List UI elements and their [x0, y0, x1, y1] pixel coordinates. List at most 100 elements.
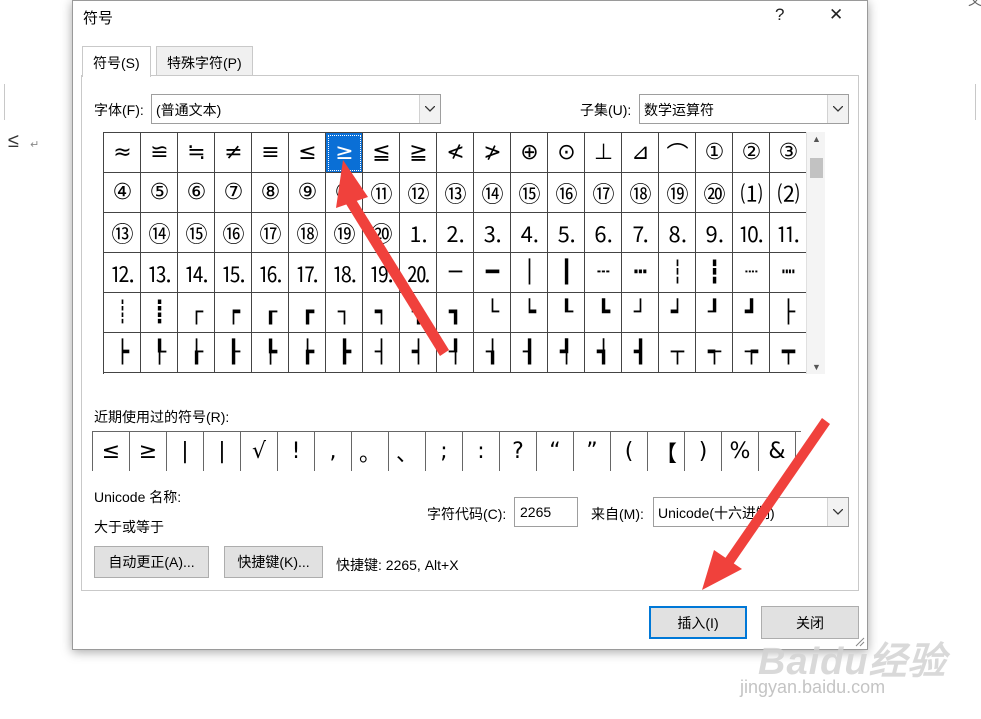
symbol-cell[interactable]: ┪: [585, 333, 622, 373]
symbol-cell[interactable]: ┏: [289, 293, 326, 333]
symbol-cell-selected[interactable]: ≥: [326, 133, 363, 173]
recent-symbol-cell[interactable]: %: [722, 432, 759, 471]
symbol-cell[interactable]: ┅: [622, 253, 659, 293]
symbol-cell[interactable]: ⑭: [474, 173, 511, 213]
symbol-cell[interactable]: ⑭: [141, 213, 178, 253]
chevron-down-icon[interactable]: [419, 95, 440, 123]
symbol-cell[interactable]: ⒚: [363, 253, 400, 293]
symbol-cell[interactable]: ┝: [104, 333, 141, 373]
symbol-cell[interactable]: ④: [104, 173, 141, 213]
symbol-cell[interactable]: ≌: [141, 133, 178, 173]
symbol-cell[interactable]: ⒍: [585, 213, 622, 253]
symbol-cell[interactable]: ③: [770, 133, 806, 173]
symbol-cell[interactable]: ┧: [474, 333, 511, 373]
symbol-cell[interactable]: ┕: [511, 293, 548, 333]
symbol-cell[interactable]: ┤: [363, 333, 400, 373]
recent-symbol-cell[interactable]: ”: [574, 432, 611, 471]
recent-symbol-cell[interactable]: (: [611, 432, 648, 471]
recent-symbol-cell[interactable]: ?: [500, 432, 537, 471]
symbol-cell[interactable]: ⑬: [104, 213, 141, 253]
symbol-cell[interactable]: ⑮: [511, 173, 548, 213]
symbol-cell[interactable]: ┋: [141, 293, 178, 333]
symbol-cell[interactable]: ┫: [622, 333, 659, 373]
symbol-cell[interactable]: ⑨: [289, 173, 326, 213]
tab-special-characters[interactable]: 特殊字符(P): [156, 46, 253, 76]
symbol-cell[interactable]: ┦: [437, 333, 474, 373]
symbol-cell[interactable]: ┐: [326, 293, 363, 333]
recent-symbol-cell[interactable]: |: [167, 432, 204, 471]
symbol-cell[interactable]: ≈: [104, 133, 141, 173]
symbol-cell[interactable]: ┩: [548, 333, 585, 373]
recent-symbol-cell[interactable]: ,: [315, 432, 352, 471]
recent-symbol-cell[interactable]: 【: [648, 432, 685, 471]
symbol-cell[interactable]: ≡: [252, 133, 289, 173]
symbol-cell[interactable]: ②: [733, 133, 770, 173]
symbol-cell[interactable]: ⑱: [622, 173, 659, 213]
symbol-cell[interactable]: ⑥: [178, 173, 215, 213]
scroll-down-icon[interactable]: ▼: [812, 362, 821, 372]
symbol-cell[interactable]: ≯: [474, 133, 511, 173]
symbol-cell[interactable]: ≠: [215, 133, 252, 173]
symbol-cell[interactable]: ┭: [696, 333, 733, 373]
close-icon[interactable]: ✕: [829, 5, 843, 25]
recent-symbol-cell[interactable]: 、: [389, 432, 426, 471]
chevron-down-icon[interactable]: [827, 498, 848, 526]
symbol-cell[interactable]: ┙: [659, 293, 696, 333]
recent-symbol-cell[interactable]: √: [241, 432, 278, 471]
symbol-cell[interactable]: ┒: [400, 293, 437, 333]
symbol-cell[interactable]: ⒔: [141, 253, 178, 293]
symbol-cell[interactable]: ⒘: [289, 253, 326, 293]
symbol-cell[interactable]: ≧: [400, 133, 437, 173]
symbol-cell[interactable]: ┊: [104, 293, 141, 333]
symbol-cell[interactable]: ┡: [252, 333, 289, 373]
symbol-cell[interactable]: │: [511, 253, 548, 293]
recent-symbol-cell[interactable]: “: [537, 432, 574, 471]
symbol-cell[interactable]: ┠: [215, 333, 252, 373]
symbol-cell[interactable]: ┛: [733, 293, 770, 333]
symbol-cell[interactable]: ≮: [437, 133, 474, 173]
symbol-cell[interactable]: ├: [770, 293, 806, 333]
symbol-cell[interactable]: ━: [474, 253, 511, 293]
symbol-cell[interactable]: ⑲: [659, 173, 696, 213]
symbol-cell[interactable]: ┈: [733, 253, 770, 293]
symbol-cell[interactable]: ┗: [585, 293, 622, 333]
symbol-cell[interactable]: ⑫: [400, 173, 437, 213]
insert-button[interactable]: 插入(I): [649, 606, 747, 639]
symbol-cell[interactable]: ┟: [178, 333, 215, 373]
recent-symbol-cell[interactable]: ;: [426, 432, 463, 471]
symbol-cell[interactable]: ⑰: [252, 213, 289, 253]
symbol-cell[interactable]: ⒎: [622, 213, 659, 253]
symbol-cell[interactable]: ⑰: [585, 173, 622, 213]
symbol-cell[interactable]: ⒈: [400, 213, 437, 253]
symbol-cell[interactable]: ┣: [326, 333, 363, 373]
symbol-cell[interactable]: ┄: [585, 253, 622, 293]
symbol-cell[interactable]: ⒋: [511, 213, 548, 253]
symbol-cell[interactable]: ⒐: [696, 213, 733, 253]
symbol-cell[interactable]: ≒: [178, 133, 215, 173]
symbol-cell[interactable]: ┌: [178, 293, 215, 333]
symbol-cell[interactable]: ⑪: [363, 173, 400, 213]
symbol-cell[interactable]: ⑯: [548, 173, 585, 213]
symbol-cell[interactable]: ┬: [659, 333, 696, 373]
symbol-cell[interactable]: ⒕: [178, 253, 215, 293]
symbol-cell[interactable]: ⒒: [770, 213, 806, 253]
symbol-cell[interactable]: ┆: [659, 253, 696, 293]
symbol-cell[interactable]: ┮: [733, 333, 770, 373]
symbol-cell[interactable]: ┢: [289, 333, 326, 373]
symbol-cell[interactable]: ⒏: [659, 213, 696, 253]
symbol-cell[interactable]: ┞: [141, 333, 178, 373]
shortcut-key-button[interactable]: 快捷键(K)...: [224, 546, 323, 578]
scroll-up-icon[interactable]: ▲: [812, 134, 821, 144]
symbol-cell[interactable]: ⑱: [289, 213, 326, 253]
autocorrect-button[interactable]: 自动更正(A)...: [94, 546, 209, 578]
symbol-cell[interactable]: ┇: [696, 253, 733, 293]
symbol-cell[interactable]: ⒙: [326, 253, 363, 293]
char-code-input[interactable]: 2265: [514, 497, 578, 527]
symbol-cell[interactable]: ⑯: [215, 213, 252, 253]
recent-symbol-cell[interactable]: 。: [352, 432, 389, 471]
symbol-cell[interactable]: ⒛: [400, 253, 437, 293]
symbol-cell[interactable]: ⌒: [659, 133, 696, 173]
tab-symbols[interactable]: 符号(S): [82, 46, 151, 77]
symbol-cell[interactable]: ┃: [548, 253, 585, 293]
help-button[interactable]: ?: [775, 5, 784, 25]
